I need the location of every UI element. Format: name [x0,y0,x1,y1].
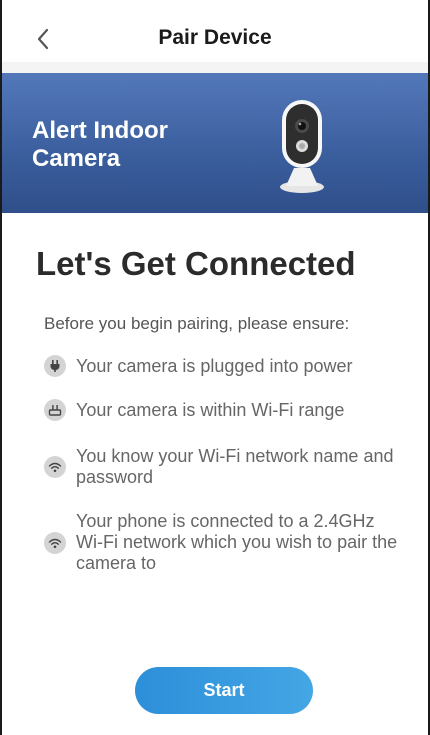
page-title: Pair Device [158,26,272,49]
device-name: Alert Indoor Camera [32,117,168,172]
start-button[interactable]: Start [135,667,313,714]
indoor-camera-image [280,100,324,193]
top-bar: Pair Device [2,0,428,62]
requirement-item-credentials: You know your Wi-Fi network name and pas… [44,446,400,488]
wifi-icon [44,456,66,478]
requirement-text: You know your Wi-Fi network name and pas… [76,446,394,487]
requirement-text: Your camera is plugged into power [76,355,353,376]
requirement-item-network: Your phone is connected to a 2.4GHz Wi-F… [44,511,400,574]
requirement-text: Your camera is within Wi-Fi range [76,399,345,420]
header-divider [2,62,428,73]
connect-heading: Let's Get Connected [36,245,356,282]
wifi-icon [44,531,66,554]
router-icon [44,399,66,421]
requirement-item-range: Your camera is within Wi-Fi range [44,399,400,421]
app-screen: Pair Device Alert Indoor Camera Let's Ge… [0,0,430,735]
device-banner: Alert Indoor Camera [2,73,428,213]
requirements-intro: Before you begin pairing, please ensure: [44,314,350,333]
requirement-text: Your phone is connected to a 2.4GHz Wi-F… [76,511,398,573]
power-plug-icon [44,355,66,377]
requirement-item-power: Your camera is plugged into power [44,355,400,377]
